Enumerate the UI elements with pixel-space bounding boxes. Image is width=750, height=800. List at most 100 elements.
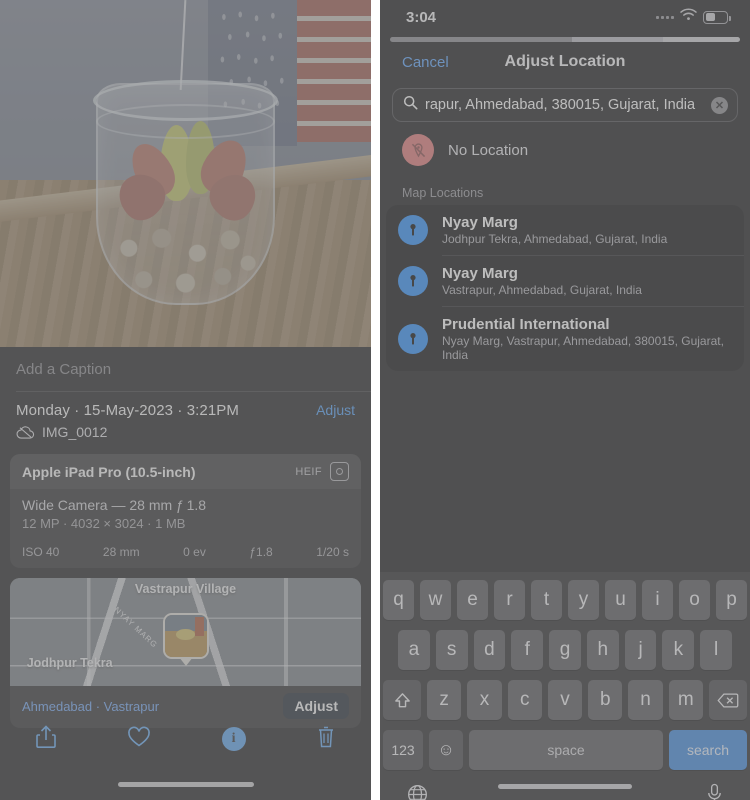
key-h[interactable]: h bbox=[586, 630, 619, 670]
key-o[interactable]: o bbox=[679, 580, 710, 620]
keyboard-row-2: a s d f g h j k l bbox=[380, 630, 750, 670]
list-item[interactable]: Nyay Marg Vastrapur, Ahmedabad, Gujarat,… bbox=[386, 256, 744, 306]
result-subtitle: Nyay Marg, Vastrapur, Ahmedabad, 380015,… bbox=[442, 334, 724, 362]
exif-focal: 28 mm bbox=[102, 545, 140, 559]
space-key[interactable]: space bbox=[469, 730, 663, 770]
location-breadcrumb[interactable]: Ahmedabad · Vastrapur bbox=[22, 699, 159, 714]
emoji-icon[interactable]: ☺ bbox=[429, 730, 463, 770]
map-pin-icon bbox=[398, 324, 428, 354]
heart-icon[interactable] bbox=[127, 726, 151, 753]
lens-info: Wide Camera — 28 mm ƒ 1.8 12 MP · 4032 ×… bbox=[10, 489, 361, 538]
photo-viewer[interactable] bbox=[0, 0, 371, 347]
signal-dots-icon bbox=[656, 15, 674, 19]
key-m[interactable]: m bbox=[668, 680, 703, 720]
keyboard-row-1: q w e r t y u i o p bbox=[380, 580, 750, 620]
map-thumbnail[interactable]: Vastrapur Village Jodhpur Tekra NYAY MAR… bbox=[10, 578, 361, 686]
key-e[interactable]: e bbox=[457, 580, 488, 620]
device-name: Apple iPad Pro (10.5-inch) bbox=[22, 463, 196, 480]
key-v[interactable]: v bbox=[547, 680, 583, 720]
panel-gap bbox=[371, 0, 380, 800]
search-icon bbox=[403, 95, 418, 115]
key-k[interactable]: k bbox=[662, 630, 695, 670]
camera-badge-icon bbox=[330, 462, 349, 481]
key-g[interactable]: g bbox=[549, 630, 581, 670]
page-title: Adjust Location bbox=[504, 53, 626, 70]
key-d[interactable]: d bbox=[473, 630, 506, 670]
search-input[interactable]: rapur, Ahmedabad, 380015, Gujarat, India bbox=[425, 97, 704, 113]
key-c[interactable]: c bbox=[507, 680, 542, 720]
key-l[interactable]: l bbox=[700, 630, 733, 670]
search-results-list: Nyay Marg Jodhpur Tekra, Ahmedabad, Guja… bbox=[386, 205, 744, 371]
info-glyph: i bbox=[231, 731, 236, 746]
location-map-card[interactable]: Vastrapur Village Jodhpur Tekra NYAY MAR… bbox=[10, 578, 361, 728]
globe-icon[interactable] bbox=[406, 783, 429, 800]
key-s[interactable]: s bbox=[435, 630, 468, 670]
no-location-row[interactable]: No Location bbox=[380, 122, 750, 176]
key-i[interactable]: i bbox=[642, 580, 673, 620]
cancel-button[interactable]: Cancel bbox=[402, 54, 449, 71]
key-a[interactable]: a bbox=[397, 630, 430, 670]
backspace-icon[interactable] bbox=[708, 680, 747, 720]
list-item[interactable]: Prudential International Nyay Marg, Vast… bbox=[386, 307, 744, 371]
result-title: Nyay Marg bbox=[442, 214, 518, 231]
status-clock: 3:04 bbox=[406, 8, 437, 26]
clear-icon[interactable]: ✕ bbox=[711, 96, 728, 114]
map-pin-tail bbox=[178, 656, 193, 666]
key-n[interactable]: n bbox=[628, 680, 663, 720]
search-key[interactable]: search bbox=[669, 730, 747, 770]
shift-icon[interactable] bbox=[383, 680, 422, 720]
home-indicator bbox=[498, 784, 632, 789]
list-item[interactable]: Nyay Marg Jodhpur Tekra, Ahmedabad, Guja… bbox=[386, 205, 744, 255]
key-q[interactable]: q bbox=[383, 580, 414, 620]
dual-screenshot-stage: Add a Caption Monday · 15-May-2023 · 3:2… bbox=[0, 0, 750, 800]
search-field[interactable]: rapur, Ahmedabad, 380015, Gujarat, India… bbox=[392, 88, 738, 122]
key-u[interactable]: u bbox=[605, 580, 636, 620]
icloud-slash-icon bbox=[16, 425, 35, 440]
microphone-icon[interactable] bbox=[705, 782, 724, 800]
key-f[interactable]: f bbox=[511, 630, 544, 670]
map-label-jodhpur: Jodhpur Tekra bbox=[26, 655, 113, 670]
key-t[interactable]: t bbox=[531, 580, 562, 620]
adjust-date-link[interactable]: Adjust bbox=[316, 402, 355, 418]
keyboard-row-4: 123 ☺ space search bbox=[380, 730, 750, 770]
key-w[interactable]: w bbox=[420, 580, 451, 620]
status-bar: 3:04 bbox=[380, 0, 750, 34]
section-header: Map Locations bbox=[402, 186, 484, 200]
photo-date: Monday · 15-May-2023 · 3:21PM bbox=[16, 402, 239, 419]
photo-detail-screen: Add a Caption Monday · 15-May-2023 · 3:2… bbox=[0, 0, 371, 800]
map-pin-icon bbox=[398, 215, 428, 245]
image-specs: 12 MP · 4032 × 3024 · 1 MB bbox=[22, 516, 186, 531]
no-location-label: No Location bbox=[448, 141, 529, 159]
key-r[interactable]: r bbox=[494, 580, 525, 620]
caption-input[interactable]: Add a Caption bbox=[0, 347, 371, 391]
info-icon[interactable]: i bbox=[221, 727, 246, 751]
key-z[interactable]: z bbox=[427, 680, 462, 720]
result-title: Nyay Marg bbox=[442, 265, 518, 282]
key-x[interactable]: x bbox=[467, 680, 502, 720]
map-pin-icon bbox=[398, 266, 428, 296]
exif-ev: 0 ev bbox=[183, 545, 206, 559]
battery-icon bbox=[703, 10, 731, 24]
key-j[interactable]: j bbox=[624, 630, 657, 670]
trash-icon[interactable] bbox=[316, 725, 336, 754]
image-format-label: HEIF bbox=[295, 465, 322, 478]
exif-aperture: ƒ1.8 bbox=[249, 545, 273, 559]
share-icon[interactable] bbox=[35, 724, 57, 755]
nav-bar: Cancel Adjust Location bbox=[380, 42, 750, 82]
map-label-vastrapur: Vastrapur Village bbox=[134, 582, 237, 596]
map-photo-pin[interactable] bbox=[162, 612, 209, 659]
adjust-location-screen: 3:04 Cancel Adjust Location rapur, Ahmed… bbox=[380, 0, 750, 800]
photo-toolbar: i bbox=[0, 716, 371, 762]
date-block: Monday · 15-May-2023 · 3:21PM Adjust IMG… bbox=[0, 392, 371, 448]
numbers-key[interactable]: 123 bbox=[383, 730, 423, 770]
succulent-in-glass-jar-photo bbox=[0, 0, 371, 347]
key-p[interactable]: p bbox=[716, 580, 747, 620]
exif-shutter: 1/20 s bbox=[316, 545, 349, 559]
key-b[interactable]: b bbox=[588, 680, 623, 720]
wifi-icon bbox=[680, 8, 697, 26]
device-row[interactable]: Apple iPad Pro (10.5-inch) HEIF bbox=[10, 454, 361, 489]
result-subtitle: Vastrapur, Ahmedabad, Gujarat, India bbox=[442, 283, 642, 297]
key-y[interactable]: y bbox=[568, 580, 599, 620]
home-indicator bbox=[117, 782, 254, 787]
location-slash-icon bbox=[402, 134, 434, 166]
